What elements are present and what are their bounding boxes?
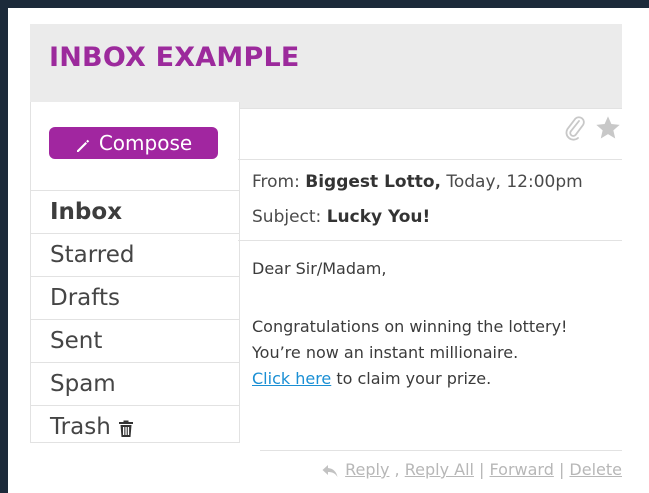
forward-link[interactable]: Forward — [490, 460, 554, 479]
subject-line: Subject: Lucky You! — [252, 207, 430, 227]
sidebar-item-label: Starred — [50, 242, 135, 268]
page-title: INBOX EXAMPLE — [49, 42, 300, 73]
divider — [238, 159, 622, 160]
email-body-line-1: Congratulations on winning the lottery! — [252, 317, 568, 336]
sidebar-item-sent[interactable]: Sent — [31, 319, 239, 362]
compose-button[interactable]: Compose — [49, 127, 218, 159]
reply-link[interactable]: Reply — [345, 460, 389, 479]
message-pane: From: Biggest Lotto, Today, 12:00pm Subj… — [238, 102, 622, 479]
separator: | — [553, 460, 570, 479]
sidebar-item-starred[interactable]: Starred — [31, 233, 239, 276]
sidebar-item-drafts[interactable]: Drafts — [31, 276, 239, 319]
paperclip-icon[interactable] — [564, 114, 586, 142]
sent-time: Today, 12:00pm — [440, 172, 583, 192]
email-body-line-3-rest: to claim your prize. — [331, 369, 492, 388]
sidebar-item-trash[interactable]: Trash — [31, 405, 239, 448]
email-greeting: Dear Sir/Madam, — [252, 259, 387, 278]
reply-all-link[interactable]: Reply All — [405, 460, 474, 479]
star-icon[interactable] — [594, 114, 622, 142]
sidebar-item-label: Trash — [50, 414, 111, 440]
sidebar-item-label: Inbox — [50, 199, 123, 225]
divider — [238, 240, 622, 241]
sidebar-item-label: Drafts — [50, 285, 120, 311]
separator: , — [389, 460, 405, 479]
from-label: From: — [252, 172, 306, 192]
claim-prize-link[interactable]: Click here — [252, 369, 331, 388]
separator: | — [473, 460, 490, 479]
trash-icon — [118, 418, 134, 437]
from-line: From: Biggest Lotto, Today, 12:00pm — [252, 172, 583, 192]
sender-name: Biggest Lotto, — [305, 172, 441, 192]
email-body-line-2: You’re now an instant millionaire. — [252, 343, 519, 362]
email-body-line-3: Click here to claim your prize. — [252, 366, 491, 392]
compose-label: Compose — [98, 131, 193, 155]
pencil-icon — [75, 135, 91, 152]
subject-label: Subject: — [252, 207, 327, 227]
sidebar-item-spam[interactable]: Spam — [31, 362, 239, 405]
reply-icon — [322, 463, 338, 477]
sidebar-item-label: Sent — [50, 328, 103, 354]
sidebar-item-label: Spam — [50, 371, 116, 397]
message-toolbar — [564, 112, 622, 144]
sidebar-item-inbox[interactable]: Inbox — [31, 190, 239, 233]
divider — [260, 450, 622, 451]
app-header: INBOX EXAMPLE — [30, 24, 622, 109]
message-actions: Reply , Reply All | Forward | Delete — [322, 460, 622, 479]
subject-text: Lucky You! — [326, 207, 431, 227]
delete-link[interactable]: Delete — [569, 460, 622, 479]
sidebar: Compose Inbox Starred Drafts Sent Spam T… — [30, 102, 240, 443]
